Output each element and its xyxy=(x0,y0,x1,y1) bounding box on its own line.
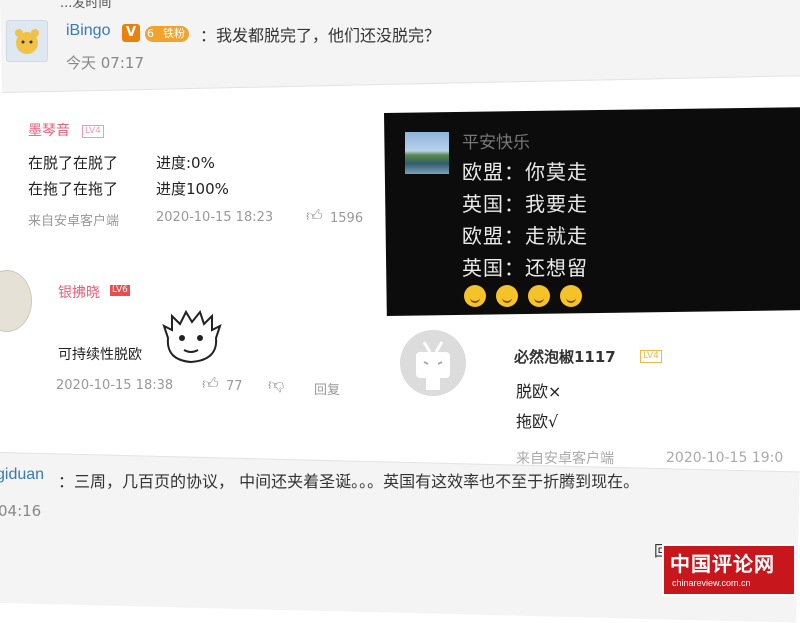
username[interactable]: giduan xyxy=(0,466,44,484)
username[interactable]: 必然泡椒1117 xyxy=(514,346,616,367)
watermark-logo: 中国评论网 chinareview.com.cn xyxy=(662,544,796,596)
thinking-emoji-icon xyxy=(528,285,550,307)
timestamp: 2020-10-15 18:38 xyxy=(56,378,174,393)
thumbs-down-icon[interactable]: 👎︎ xyxy=(268,375,284,395)
avatar[interactable] xyxy=(6,20,48,62)
like-count: 77 xyxy=(226,379,243,394)
comment-text: ：我发都脱完了，他们还没脱完？ xyxy=(200,26,441,45)
level-badge: LV4 xyxy=(82,125,104,138)
chat-line: 英国：还想留 xyxy=(462,256,588,280)
comment-text: ：三周，几百页的协议， 中间还夹着圣诞。。。英国有这效率也不至于折腾到现在。 xyxy=(58,472,640,491)
comment-line: 进度100% xyxy=(156,180,229,198)
comment-line: 脱欧× xyxy=(516,382,562,401)
chat-line: 欧盟：你莫走 xyxy=(462,160,588,184)
reply-button[interactable]: 回复 xyxy=(314,379,340,398)
top-post-card xyxy=(0,0,800,93)
thumbs-up-icon[interactable]: 👍︎ xyxy=(202,374,219,394)
logo-title: 中国评论网 xyxy=(670,552,775,576)
timestamp: 04:16 xyxy=(0,502,42,520)
comment-line: 拖欧√ xyxy=(516,412,559,431)
bear-avatar-icon xyxy=(15,29,39,54)
comment-line: 进度:0% xyxy=(156,154,215,172)
fan-badge: 6 铁粉 xyxy=(145,26,189,42)
comment-line: 在拖了在拖了 xyxy=(28,180,119,198)
logo-url: chinareview.com.cn xyxy=(672,578,751,588)
cut-text: ...发时间 xyxy=(60,0,112,11)
avatar xyxy=(405,132,449,174)
fan-level: 6 xyxy=(147,27,154,40)
verified-badge: V xyxy=(122,24,140,42)
thinking-emoji-icon xyxy=(496,285,518,307)
timestamp: 2020-10-15 18:23 xyxy=(156,210,274,225)
source-text: 来自安卓客户端 xyxy=(28,214,120,229)
timestamp: 今天 07:17 xyxy=(66,54,144,72)
hedgehog-sticker-icon xyxy=(162,309,222,364)
username[interactable]: iBingo xyxy=(66,22,110,40)
username: 平安快乐 xyxy=(462,133,530,153)
chat-line: 英国：我要走 xyxy=(462,192,588,216)
thinking-emoji-icon xyxy=(560,285,582,307)
thinking-emoji-icon xyxy=(464,285,486,307)
level-badge: LV6 xyxy=(110,285,130,296)
comment-text: 可持续性脱欧 xyxy=(58,347,142,363)
like-count: 1596 xyxy=(330,211,364,226)
comment-line: 在脱了在脱了 xyxy=(28,154,119,172)
avatar[interactable] xyxy=(0,270,32,332)
username[interactable]: 银拂晓 xyxy=(58,282,100,302)
chat-line: 欧盟：走就走 xyxy=(462,224,588,248)
tv-avatar-icon[interactable] xyxy=(400,330,466,396)
username[interactable]: 墨琴音 xyxy=(28,120,70,140)
thumbs-up-icon[interactable]: 👍︎ xyxy=(306,206,323,226)
fan-label: 铁粉 xyxy=(163,27,185,40)
level-badge: LV4 xyxy=(640,350,662,363)
timestamp: 2020-10-15 19:0 xyxy=(666,450,784,466)
